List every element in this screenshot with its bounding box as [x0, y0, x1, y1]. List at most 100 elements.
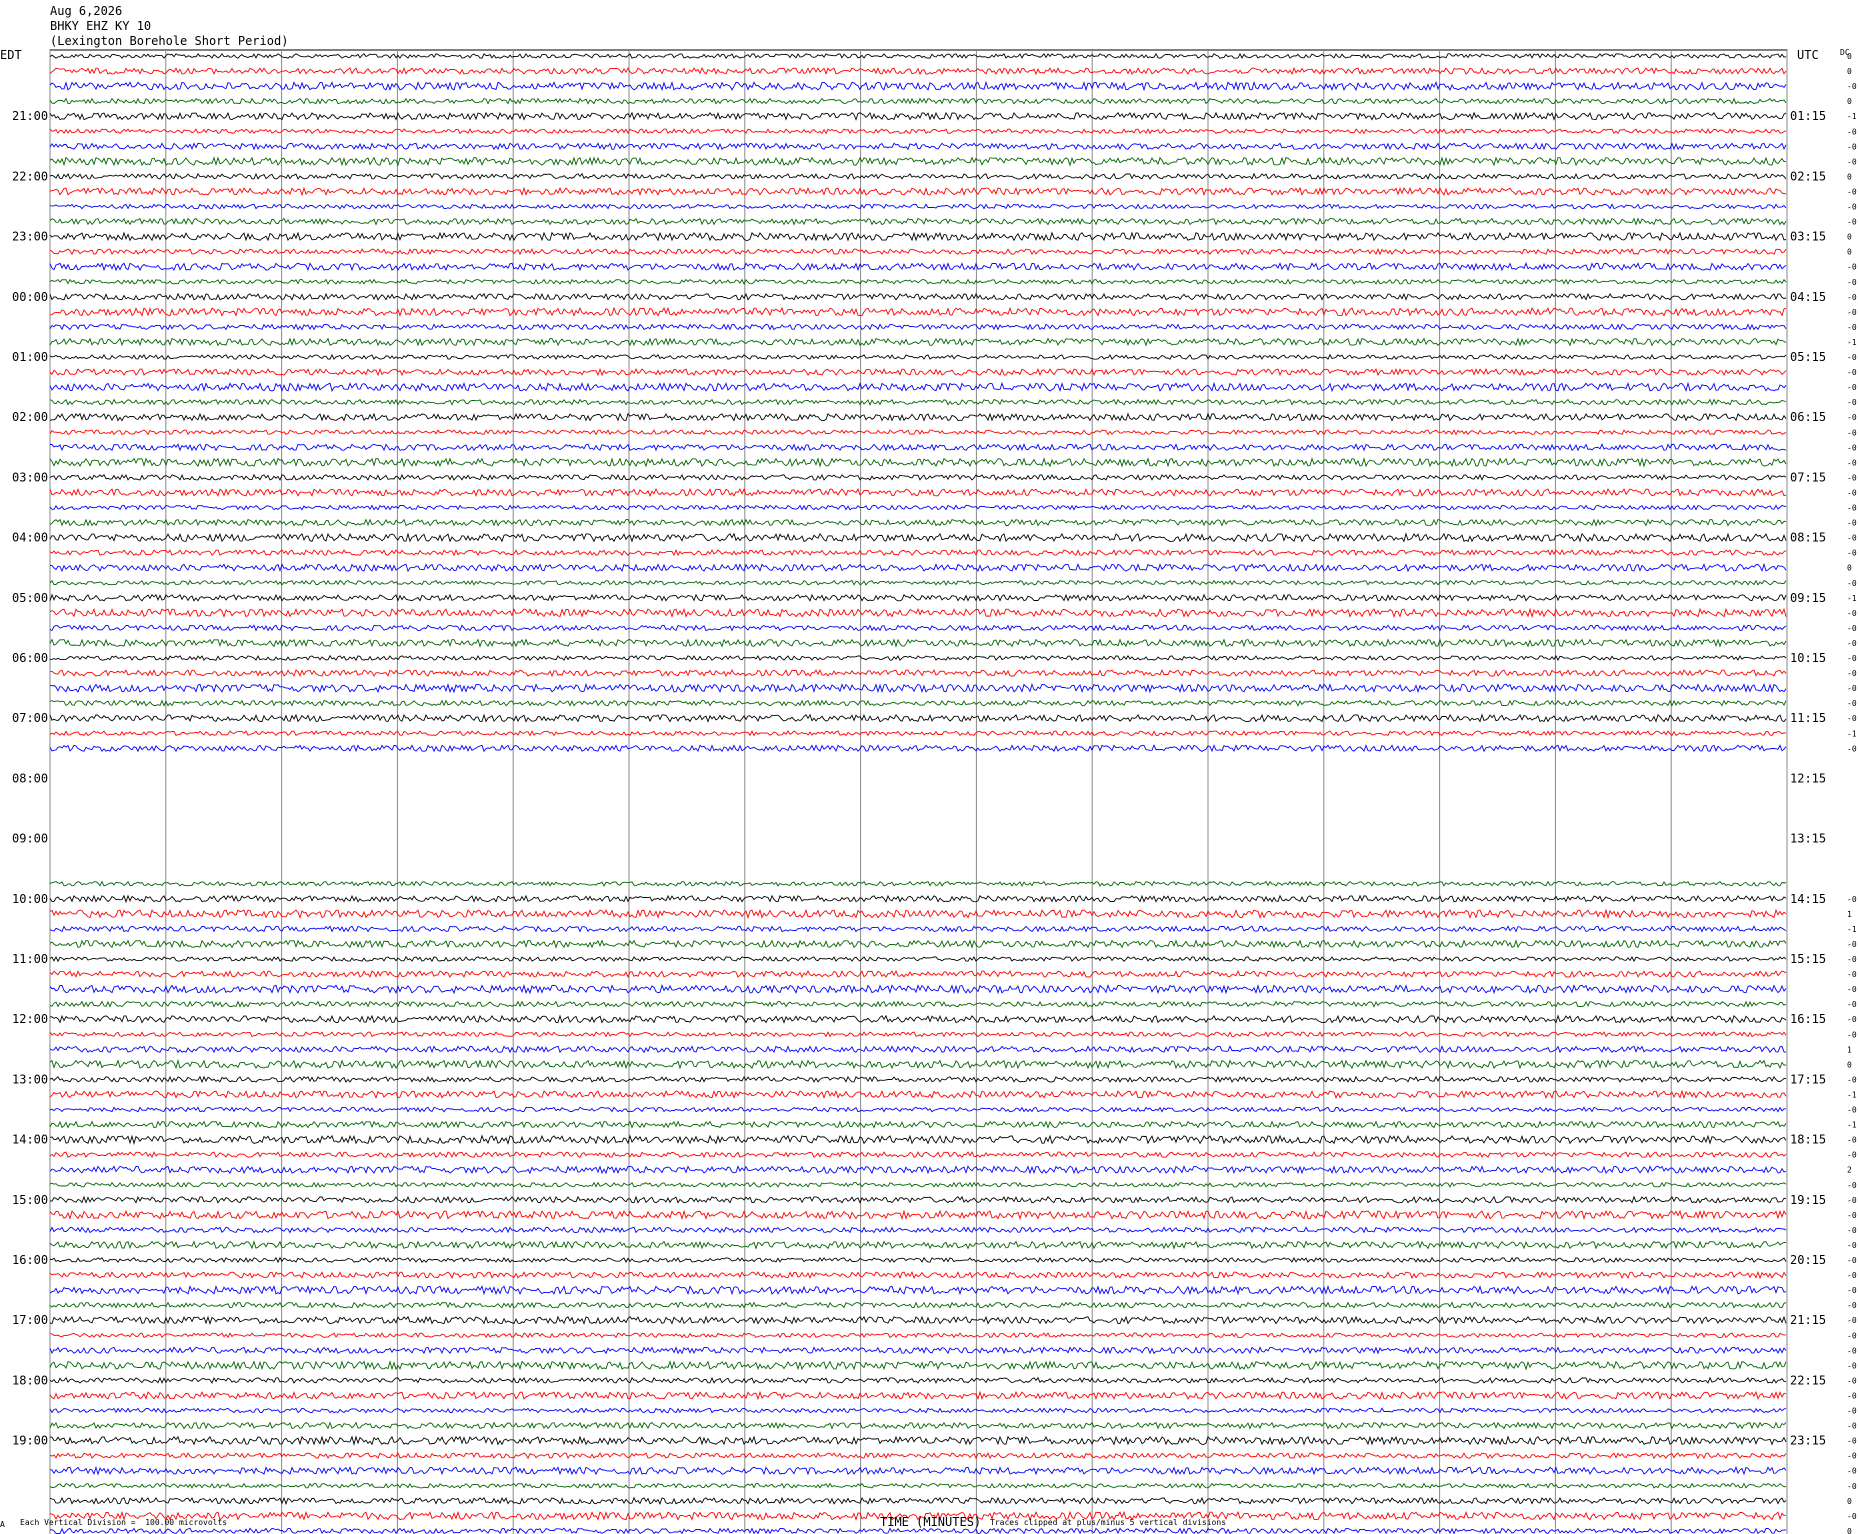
trace-line — [49, 1075, 1787, 1084]
dc-offset-label: -0 — [1847, 203, 1857, 212]
dc-offset-label: -0 — [1847, 1030, 1857, 1039]
trace-line — [49, 1181, 1787, 1188]
dc-offset-label: -0 — [1847, 263, 1857, 272]
dc-offset-label: -0 — [1847, 1151, 1857, 1160]
edt-hour-label: 21:00 — [12, 109, 48, 123]
trace-line — [49, 1209, 1787, 1221]
dc-offset-label: -0 — [1847, 323, 1857, 332]
dc-offset-label: -0 — [1847, 1452, 1857, 1461]
trace-line — [50, 443, 1787, 452]
edt-hour-label: 03:00 — [12, 470, 48, 484]
dc-offset-label: 0 — [1847, 1497, 1852, 1506]
edt-hour-label: 02:00 — [12, 410, 48, 424]
utc-hour-label: 18:15 — [1790, 1133, 1826, 1147]
trace-line — [49, 1045, 1787, 1054]
trace-line — [49, 1421, 1787, 1430]
edt-hour-label: 13:00 — [12, 1072, 48, 1086]
trace-line — [49, 1165, 1787, 1175]
trace-line — [49, 713, 1787, 723]
helicorder-plot: 0001020304050607080910111213141500-00-1-… — [12, 49, 1857, 1534]
trace-line — [49, 1315, 1787, 1326]
dc-offset-label: -0 — [1847, 1286, 1857, 1295]
dc-offset-label: -0 — [1847, 504, 1857, 513]
trace-line — [49, 97, 1787, 105]
utc-hour-label: 09:15 — [1790, 591, 1826, 605]
dc-offset-label: -1 — [1847, 729, 1857, 738]
trace-line — [49, 1482, 1787, 1489]
trace-line — [49, 894, 1787, 904]
dc-offset-label: -1 — [1847, 594, 1857, 603]
edt-hour-label: 12:00 — [12, 1012, 48, 1026]
trace-line — [49, 353, 1787, 361]
trace-line — [49, 457, 1787, 468]
dc-offset-label: -0 — [1847, 443, 1857, 452]
left-timezone-label: EDT — [0, 48, 22, 62]
utc-hour-label: 02:15 — [1790, 169, 1826, 183]
dc-offset-label: -0 — [1847, 684, 1857, 693]
trace-line — [49, 66, 1787, 76]
trace-line — [49, 939, 1787, 949]
dc-offset-label: -0 — [1847, 714, 1857, 723]
trace-line — [49, 1106, 1786, 1113]
dc-offset-label: -0 — [1847, 127, 1857, 136]
dc-offset-label: -0 — [1847, 940, 1857, 949]
trace-line — [49, 1195, 1787, 1204]
utc-hour-label: 07:15 — [1790, 470, 1826, 484]
trace-line — [49, 562, 1787, 573]
trace-line — [49, 654, 1787, 662]
trace-line — [49, 624, 1787, 632]
edt-hour-label: 05:00 — [12, 591, 48, 605]
dc-offset-label: -0 — [1847, 1271, 1857, 1280]
dc-offset-label: -0 — [1847, 1256, 1857, 1265]
utc-hour-label: 14:15 — [1790, 892, 1826, 906]
dc-offset-label: -0 — [1847, 1241, 1857, 1250]
trace-line — [49, 925, 1787, 933]
trace-line — [49, 186, 1787, 197]
edt-hour-label: 15:00 — [12, 1193, 48, 1207]
trace-line — [49, 111, 1787, 121]
trace-line — [49, 1376, 1787, 1385]
utc-hour-label: 04:15 — [1790, 290, 1826, 304]
utc-hour-label: 13:15 — [1790, 832, 1826, 846]
utc-hour-label: 06:15 — [1790, 410, 1826, 424]
trace-line — [49, 880, 1787, 887]
dc-offset-label: -0 — [1847, 654, 1857, 663]
dc-offset-label: -0 — [1847, 1301, 1857, 1310]
dc-offset-label: -0 — [1847, 519, 1857, 528]
trace-line — [49, 908, 1787, 920]
trace-line — [49, 231, 1787, 242]
utc-hour-label: 12:15 — [1790, 771, 1826, 785]
trace-line — [49, 487, 1787, 498]
utc-hour-label: 16:15 — [1790, 1012, 1826, 1026]
dc-offset-label: -0 — [1847, 82, 1857, 91]
dc-offset-label: 0 — [1847, 172, 1852, 181]
trace-line — [49, 969, 1787, 979]
edt-hour-label: 09:00 — [12, 832, 48, 846]
dc-offset-label: -0 — [1847, 428, 1857, 437]
scale-note: Each Vertical Division = 100.00 microvol… — [20, 1518, 228, 1527]
trace-line — [49, 156, 1787, 167]
dc-offset-label: -0 — [1847, 368, 1857, 377]
dc-offset-label: -1 — [1847, 925, 1857, 934]
edt-hour-label: 11:00 — [12, 952, 48, 966]
dc-offset-label: -0 — [1847, 1407, 1857, 1416]
trace-line — [49, 1151, 1787, 1159]
dc-offset-label: -0 — [1847, 1136, 1857, 1145]
trace-line — [49, 1390, 1787, 1401]
dc-offset-label: 1 — [1847, 910, 1852, 919]
dc-offset-label: -0 — [1847, 308, 1857, 317]
dc-offset-label: -0 — [1847, 549, 1857, 558]
trace-line — [49, 1058, 1787, 1070]
trace-line — [49, 518, 1787, 527]
trace-line — [49, 1285, 1787, 1296]
trace-line — [49, 1120, 1787, 1129]
dc-offset-label: -0 — [1847, 1361, 1857, 1370]
trace-line — [49, 381, 1787, 393]
dc-offset-label: -0 — [1847, 609, 1857, 618]
trace-line — [49, 128, 1787, 135]
edt-hour-label: 18:00 — [12, 1373, 48, 1387]
trace-line — [49, 80, 1787, 92]
dc-offset-label: -0 — [1847, 895, 1857, 904]
dc-offset-label: -0 — [1847, 1316, 1857, 1325]
utc-hour-label: 08:15 — [1790, 531, 1826, 545]
